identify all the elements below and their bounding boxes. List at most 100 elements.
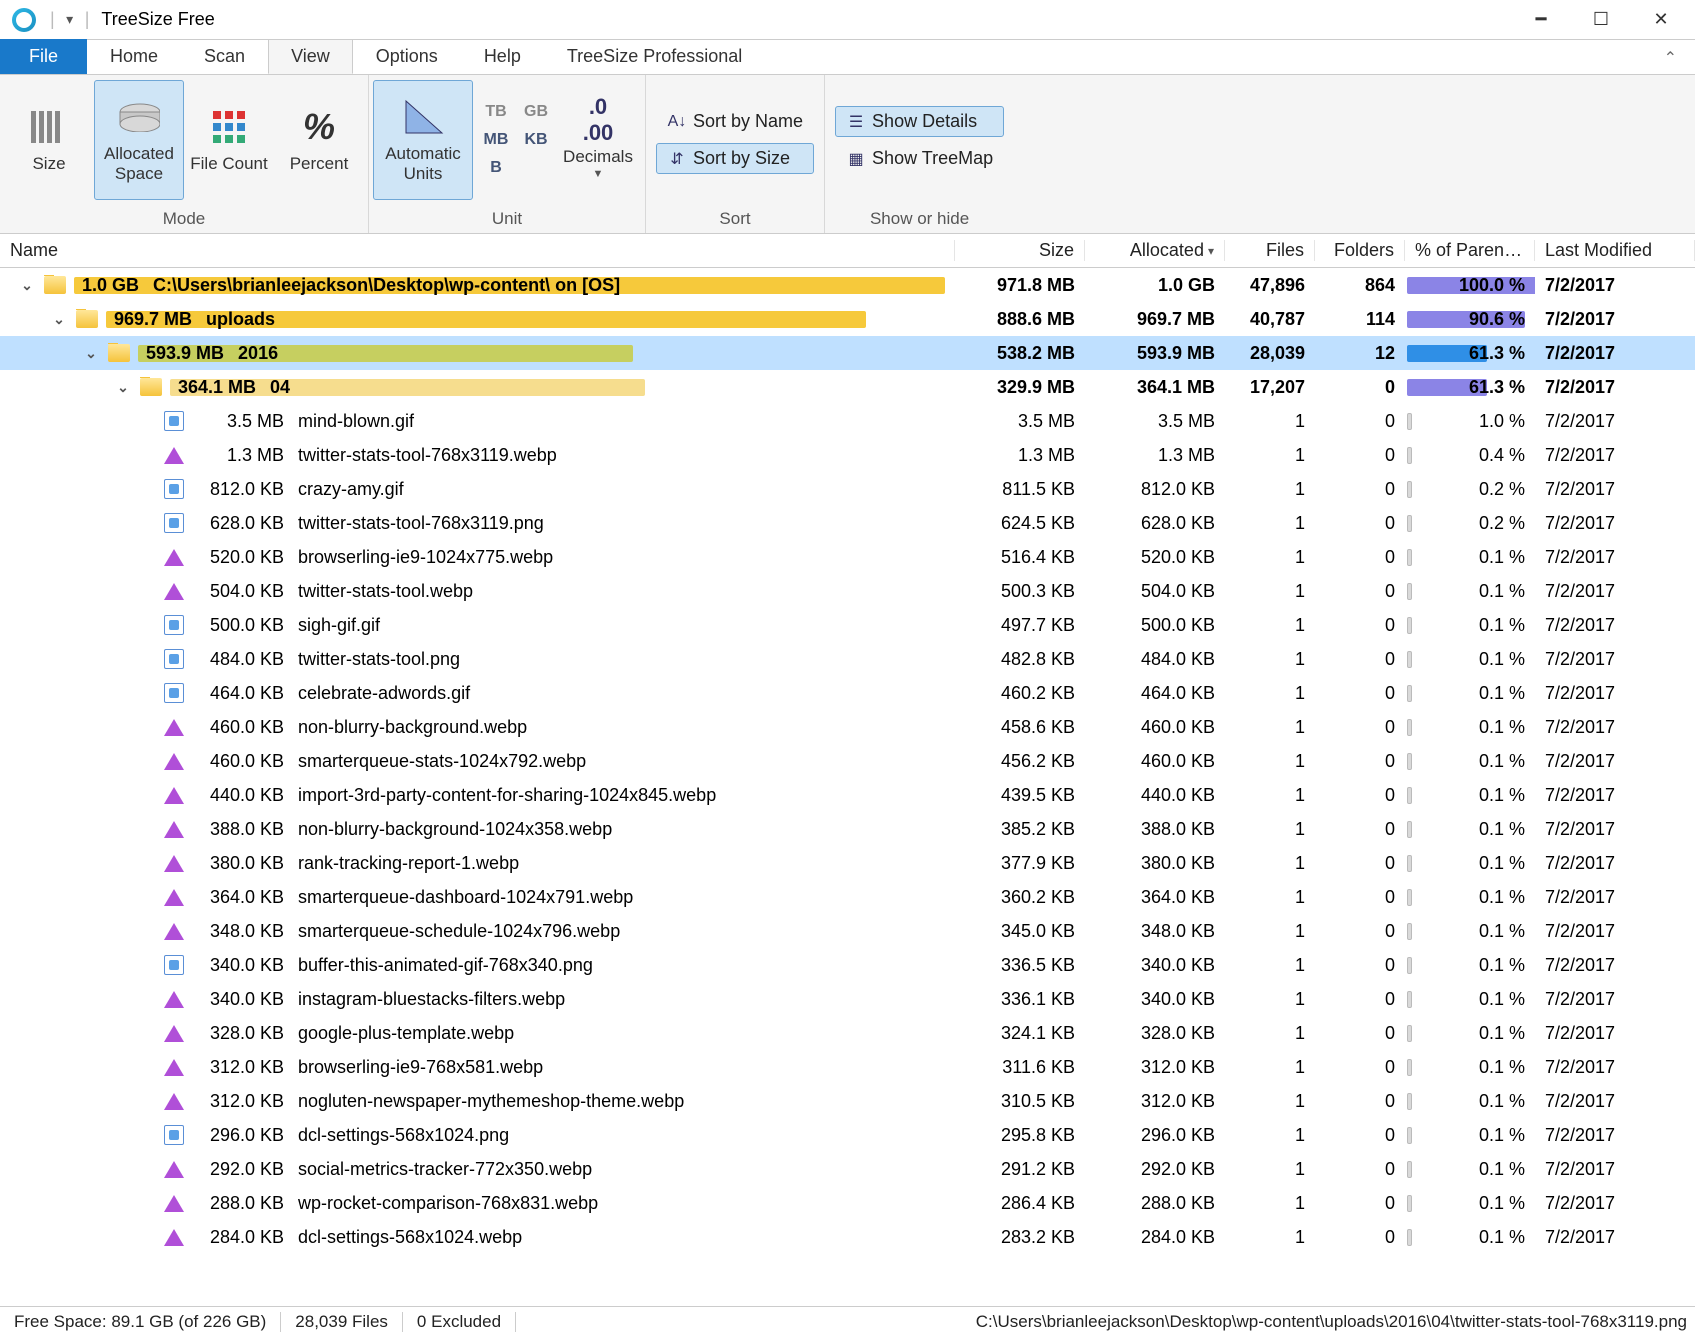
- cell-pct: 61.3 %: [1405, 343, 1535, 364]
- file-tree[interactable]: ⌄ 1.0 GBC:\Users\brianleejackson\Desktop…: [0, 268, 1695, 1306]
- unit-mb-button[interactable]: MB: [477, 127, 515, 153]
- mode-allocated-button[interactable]: Allocated Space: [94, 80, 184, 200]
- cell-mod: 7/2/2017: [1535, 955, 1695, 976]
- file-row[interactable]: 312.0 KBnogluten-newspaper-mythemeshop-t…: [0, 1084, 1695, 1118]
- folder-row[interactable]: ⌄ 1.0 GBC:\Users\brianleejackson\Desktop…: [0, 268, 1695, 302]
- unit-auto-button[interactable]: Automatic Units: [373, 80, 473, 200]
- cell-size: 336.5 KB: [955, 955, 1085, 976]
- cell-folders: 0: [1315, 513, 1405, 534]
- close-button[interactable]: ✕: [1631, 0, 1691, 40]
- col-allocated[interactable]: Allocated▾: [1085, 240, 1225, 261]
- unit-kb-button[interactable]: KB: [517, 127, 555, 153]
- folder-icon: [44, 276, 66, 294]
- file-row[interactable]: 520.0 KBbrowserling-ie9-1024x775.webp 51…: [0, 540, 1695, 574]
- file-row[interactable]: 504.0 KBtwitter-stats-tool.webp 500.3 KB…: [0, 574, 1695, 608]
- col-modified[interactable]: Last Modified: [1535, 240, 1695, 261]
- cell-files: 1: [1225, 785, 1315, 806]
- file-row[interactable]: 312.0 KBbrowserling-ie9-768x581.webp 311…: [0, 1050, 1695, 1084]
- unit-decimals-button[interactable]: .0.00 Decimals ▼: [555, 80, 641, 200]
- file-row[interactable]: 1.3 MBtwitter-stats-tool-768x3119.webp 1…: [0, 438, 1695, 472]
- file-size-label: 292.0 KB: [200, 1159, 284, 1180]
- file-size-label: 504.0 KB: [200, 581, 284, 602]
- expander-icon[interactable]: ⌄: [82, 345, 100, 362]
- separator: |: [85, 9, 90, 30]
- col-name[interactable]: Name: [0, 240, 955, 261]
- file-row[interactable]: 328.0 KBgoogle-plus-template.webp 324.1 …: [0, 1016, 1695, 1050]
- show-treemap-button[interactable]: ▦ Show TreeMap: [835, 143, 1004, 174]
- webp-file-icon: [164, 1227, 184, 1247]
- maximize-button[interactable]: ☐: [1571, 0, 1631, 40]
- file-size-label: 312.0 KB: [200, 1057, 284, 1078]
- folder-row[interactable]: ⌄ 593.9 MB2016 538.2 MB 593.9 MB 28,039 …: [0, 336, 1695, 370]
- tab-help[interactable]: Help: [461, 39, 544, 74]
- col-size[interactable]: Size: [955, 240, 1085, 261]
- file-row[interactable]: 440.0 KBimport-3rd-party-content-for-sha…: [0, 778, 1695, 812]
- tab-treesize-professional[interactable]: TreeSize Professional: [544, 39, 765, 74]
- cell-size: 624.5 KB: [955, 513, 1085, 534]
- file-size-label: 340.0 KB: [200, 989, 284, 1010]
- expander-icon[interactable]: ⌄: [50, 311, 68, 328]
- file-row[interactable]: 628.0 KBtwitter-stats-tool-768x3119.png …: [0, 506, 1695, 540]
- file-row[interactable]: 500.0 KBsigh-gif.gif 497.7 KB 500.0 KB 1…: [0, 608, 1695, 642]
- file-row[interactable]: 292.0 KBsocial-metrics-tracker-772x350.w…: [0, 1152, 1695, 1186]
- file-row[interactable]: 460.0 KBnon-blurry-background.webp 458.6…: [0, 710, 1695, 744]
- image-file-icon: [164, 411, 184, 431]
- sort-by-size-button[interactable]: ⇵ Sort by Size: [656, 143, 814, 174]
- file-row[interactable]: 484.0 KBtwitter-stats-tool.png 482.8 KB …: [0, 642, 1695, 676]
- expander-icon[interactable]: ⌄: [18, 277, 36, 294]
- file-row[interactable]: 812.0 KBcrazy-amy.gif 811.5 KB 812.0 KB …: [0, 472, 1695, 506]
- cell-mod: 7/2/2017: [1535, 513, 1695, 534]
- cell-folders: 0: [1315, 581, 1405, 602]
- qat-dropdown-icon[interactable]: ▾: [61, 11, 79, 28]
- file-row[interactable]: 340.0 KBinstagram-bluestacks-filters.web…: [0, 982, 1695, 1016]
- unit-gb-button[interactable]: GB: [517, 99, 555, 125]
- folder-row[interactable]: ⌄ 364.1 MB04 329.9 MB 364.1 MB 17,207 0 …: [0, 370, 1695, 404]
- tab-home[interactable]: Home: [87, 39, 181, 74]
- cell-alloc: 3.5 MB: [1085, 411, 1225, 432]
- file-size-label: 284.0 KB: [200, 1227, 284, 1248]
- column-headers: Name Size Allocated▾ Files Folders % of …: [0, 234, 1695, 268]
- file-name: rank-tracking-report-1.webp: [298, 853, 519, 874]
- tab-view[interactable]: View: [268, 39, 353, 74]
- tab-scan[interactable]: Scan: [181, 39, 268, 74]
- mode-size-button[interactable]: Size: [4, 80, 94, 200]
- unit-b-button[interactable]: B: [477, 155, 515, 181]
- cell-alloc: 969.7 MB: [1085, 309, 1225, 330]
- show-details-button[interactable]: ☰ Show Details: [835, 106, 1004, 137]
- file-size-label: 3.5 MB: [200, 411, 284, 432]
- tab-options[interactable]: Options: [353, 39, 461, 74]
- file-name: browserling-ie9-768x581.webp: [298, 1057, 543, 1078]
- file-row[interactable]: 284.0 KBdcl-settings-568x1024.webp 283.2…: [0, 1220, 1695, 1254]
- col-parent-pct[interactable]: % of Parent...: [1405, 240, 1535, 261]
- file-row[interactable]: 380.0 KBrank-tracking-report-1.webp 377.…: [0, 846, 1695, 880]
- tab-file[interactable]: File: [0, 39, 87, 74]
- folder-icon: [108, 344, 130, 362]
- file-name: sigh-gif.gif: [298, 615, 380, 636]
- file-row[interactable]: 388.0 KBnon-blurry-background-1024x358.w…: [0, 812, 1695, 846]
- sort-by-name-button[interactable]: A↓ Sort by Name: [656, 106, 814, 137]
- file-row[interactable]: 460.0 KBsmarterqueue-stats-1024x792.webp…: [0, 744, 1695, 778]
- cell-mod: 7/2/2017: [1535, 1091, 1695, 1112]
- minimize-button[interactable]: ━: [1511, 0, 1571, 40]
- file-row[interactable]: 340.0 KBbuffer-this-animated-gif-768x340…: [0, 948, 1695, 982]
- file-row[interactable]: 288.0 KBwp-rocket-comparison-768x831.web…: [0, 1186, 1695, 1220]
- file-row[interactable]: 464.0 KBcelebrate-adwords.gif 460.2 KB 4…: [0, 676, 1695, 710]
- file-row[interactable]: 296.0 KBdcl-settings-568x1024.png 295.8 …: [0, 1118, 1695, 1152]
- folder-row[interactable]: ⌄ 969.7 MBuploads 888.6 MB 969.7 MB 40,7…: [0, 302, 1695, 336]
- expander-icon[interactable]: ⌄: [114, 379, 132, 396]
- col-files[interactable]: Files: [1225, 240, 1315, 261]
- collapse-ribbon-icon[interactable]: ⌃: [1646, 42, 1695, 74]
- cell-alloc: 312.0 KB: [1085, 1057, 1225, 1078]
- cell-alloc: 340.0 KB: [1085, 955, 1225, 976]
- mode-percent-button[interactable]: % Percent: [274, 80, 364, 200]
- cell-pct: 0.1 %: [1405, 1159, 1535, 1180]
- unit-tb-button[interactable]: TB: [477, 99, 515, 125]
- image-file-icon: [164, 683, 184, 703]
- cell-files: 1: [1225, 547, 1315, 568]
- col-folders[interactable]: Folders: [1315, 240, 1405, 261]
- file-row[interactable]: 364.0 KBsmarterqueue-dashboard-1024x791.…: [0, 880, 1695, 914]
- file-row[interactable]: 3.5 MBmind-blown.gif 3.5 MB 3.5 MB 1 0 1…: [0, 404, 1695, 438]
- sort-az-icon: A↓: [667, 112, 687, 132]
- mode-filecount-button[interactable]: File Count: [184, 80, 274, 200]
- file-row[interactable]: 348.0 KBsmarterqueue-schedule-1024x796.w…: [0, 914, 1695, 948]
